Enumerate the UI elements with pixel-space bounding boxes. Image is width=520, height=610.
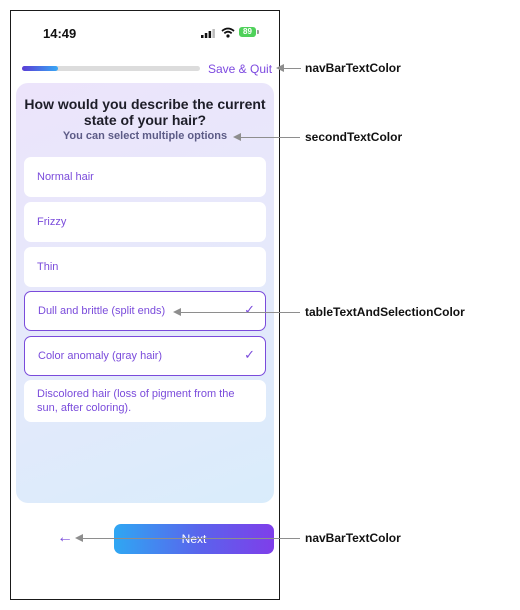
option-color-anomaly[interactable]: Color anomaly (gray hair) ✓ [24,336,266,376]
cellular-signal-icon [201,29,215,38]
checkmark-icon: ✓ [244,302,255,317]
option-label: Color anomaly (gray hair) [38,350,163,362]
arrow-left-icon[interactable]: ← [57,529,73,547]
annotation-label-navbar: navBarTextColor [305,61,401,75]
option-label: Discolored hair (loss of pigment from th… [37,388,235,414]
phone-screen: 14:49 89 Save & Quit How would you descr… [10,10,280,600]
status-time: 14:49 [43,26,77,41]
option-normal-hair[interactable]: Normal hair [24,157,266,197]
option-label: Thin [37,261,59,273]
next-button[interactable]: Next [114,524,274,554]
option-label: Frizzy [37,216,67,228]
battery-tip [257,30,259,34]
option-label: Normal hair [37,171,94,183]
annotation-line [82,538,300,539]
annotation-label-second-text: secondTextColor [305,130,403,144]
option-label: Dull and brittle (split ends) [38,305,166,317]
checkmark-icon: ✓ [244,347,255,362]
option-discolored-hair[interactable]: Discolored hair (loss of pigment from th… [24,380,266,422]
annotation-label-table-selection: tableTextAndSelectionColor [305,305,465,319]
save-quit-button[interactable]: Save & Quit [208,62,272,76]
option-frizzy[interactable]: Frizzy [24,202,266,242]
progress-fill [22,66,58,71]
progress-bar [22,66,200,71]
option-thin[interactable]: Thin [24,247,266,287]
option-dull-brittle[interactable]: Dull and brittle (split ends) ✓ [24,291,266,331]
annotation-label-navbar-back: navBarTextColor [305,531,401,545]
battery-icon: 89 [239,27,256,37]
wifi-icon [221,27,235,38]
annotation-line [283,68,301,69]
question-title: How would you describe the current state… [24,96,266,128]
annotation-line [240,137,300,138]
question-card: How would you describe the current state… [16,83,274,503]
annotation-line [180,312,300,313]
